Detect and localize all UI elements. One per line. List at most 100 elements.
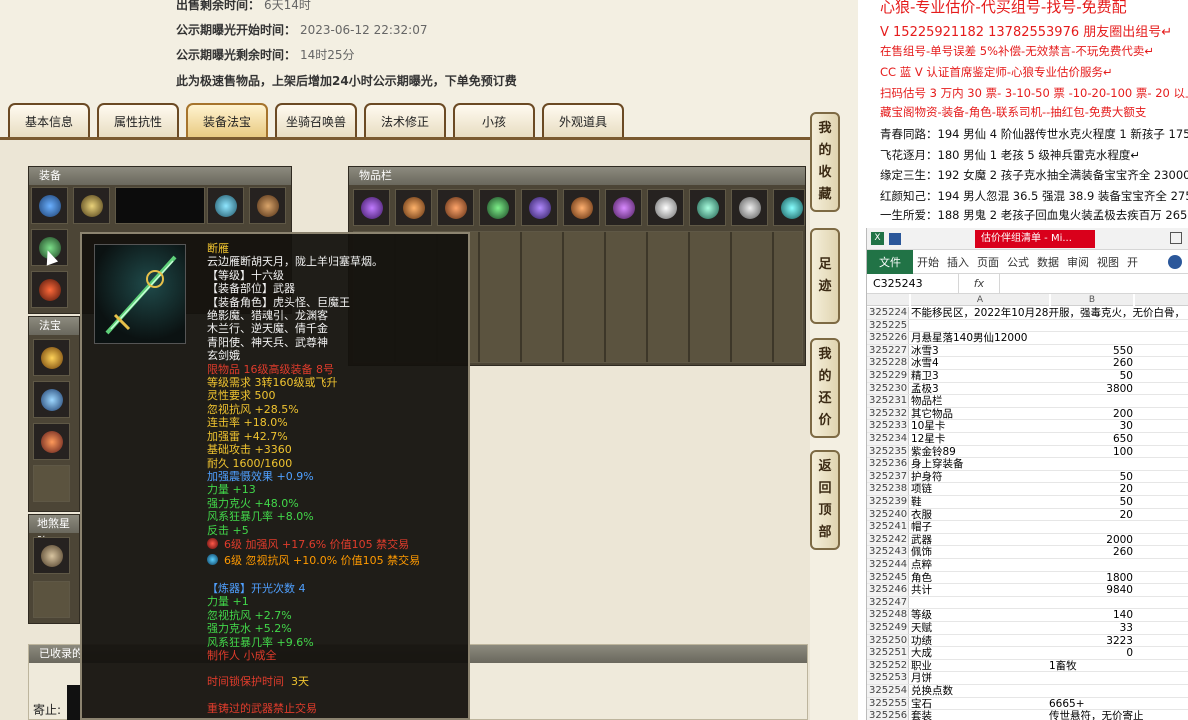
ribbon-tab-dev[interactable]: 开 bbox=[1123, 254, 1142, 270]
row-number[interactable]: 325229 bbox=[867, 370, 909, 382]
cell-b[interactable]: 传世悬符，无价寄止 bbox=[1049, 710, 1188, 720]
row-number[interactable]: 325256 bbox=[867, 710, 909, 720]
inventory-item[interactable] bbox=[395, 189, 432, 226]
cell-b[interactable]: 6665+ bbox=[1049, 698, 1188, 710]
fabao-slot[interactable] bbox=[33, 381, 70, 418]
row-number[interactable]: 325227 bbox=[867, 344, 909, 357]
ribbon-tab-view[interactable]: 视图 bbox=[1093, 254, 1123, 270]
cell-b[interactable]: 2000 bbox=[1051, 534, 1133, 546]
row-number[interactable]: 325244 bbox=[867, 559, 909, 571]
table-row[interactable]: 325247 bbox=[867, 596, 1188, 610]
table-row[interactable]: 325227 冰雪3 550 bbox=[867, 344, 1188, 358]
cell-a[interactable]: 护身符 bbox=[911, 471, 1049, 483]
cell-a[interactable]: 帽子 bbox=[911, 521, 1049, 533]
table-row[interactable]: 325231 物品栏 bbox=[867, 395, 1188, 408]
cell-a[interactable]: 月悬星落140男仙12000 bbox=[911, 332, 1049, 344]
equip-slot-armor[interactable] bbox=[207, 187, 244, 224]
cell-a[interactable]: 身上穿装备 bbox=[911, 458, 1049, 470]
cell-a[interactable]: 10星卡 bbox=[911, 420, 1049, 432]
inventory-item[interactable] bbox=[731, 189, 768, 226]
ribbon-tab-home[interactable]: 开始 bbox=[913, 254, 943, 270]
row-number[interactable]: 325250 bbox=[867, 634, 909, 647]
cell-a[interactable]: 宝石 bbox=[911, 698, 1049, 710]
table-row[interactable]: 325230 孟极3 3800 bbox=[867, 382, 1188, 396]
table-row[interactable]: 325224 不能移民区，2022年10月28开服，强毒克火，无价白骨， bbox=[867, 307, 1188, 320]
cell-a[interactable]: 鞋 bbox=[911, 496, 1049, 508]
maximize-icon[interactable] bbox=[1170, 232, 1182, 244]
cell-a[interactable]: 12星卡 bbox=[911, 433, 1049, 445]
table-row[interactable]: 325244 点粹 bbox=[867, 559, 1188, 572]
row-number[interactable]: 325249 bbox=[867, 622, 909, 634]
row-number[interactable]: 325225 bbox=[867, 319, 909, 332]
table-row[interactable]: 325228 冰雪4 260 bbox=[867, 357, 1188, 370]
cell-a[interactable]: 点粹 bbox=[911, 559, 1049, 571]
table-row[interactable]: 325241 帽子 bbox=[867, 521, 1188, 534]
row-number[interactable]: 325243 bbox=[867, 546, 909, 558]
inventory-item[interactable] bbox=[437, 189, 474, 226]
my-favorites-button[interactable]: 我的收藏 bbox=[810, 112, 840, 212]
table-row[interactable]: 325249 天赋 33 bbox=[867, 622, 1188, 635]
table-row[interactable]: 325225 bbox=[867, 319, 1188, 333]
equip-slot-boots[interactable] bbox=[31, 271, 68, 308]
table-row[interactable]: 325238 项链 20 bbox=[867, 483, 1188, 496]
row-number[interactable]: 325228 bbox=[867, 357, 909, 369]
cell-b[interactable]: 30 bbox=[1051, 420, 1133, 432]
tab-appearance[interactable]: 外观道具 bbox=[542, 103, 624, 138]
table-row[interactable]: 325235 紫金铃89 100 bbox=[867, 445, 1188, 459]
table-row[interactable]: 325252 职业 1畜牧 bbox=[867, 659, 1188, 673]
cell-b[interactable]: 9840 bbox=[1051, 584, 1133, 596]
tab-spell-correction[interactable]: 法术修正 bbox=[364, 103, 446, 138]
cell-b[interactable]: 200 bbox=[1051, 408, 1133, 420]
row-number[interactable]: 325253 bbox=[867, 672, 909, 684]
table-row[interactable]: 325250 功绩 3223 bbox=[867, 634, 1188, 648]
inventory-item[interactable] bbox=[521, 189, 558, 226]
row-number[interactable]: 325252 bbox=[867, 659, 909, 672]
row-number[interactable]: 325245 bbox=[867, 571, 909, 584]
ribbon-tab-formula[interactable]: 公式 bbox=[1003, 254, 1033, 270]
cell-a[interactable]: 孟极3 bbox=[911, 383, 1049, 395]
cell-b[interactable]: 260 bbox=[1051, 357, 1133, 369]
row-number[interactable]: 325241 bbox=[867, 521, 909, 533]
back-to-top-button[interactable]: 返回顶部 bbox=[810, 450, 840, 550]
cell-b[interactable]: 550 bbox=[1051, 345, 1133, 357]
cell-a[interactable]: 冰雪4 bbox=[911, 357, 1049, 369]
spreadsheet-grid[interactable]: A B 325224 不能移民区，2022年10月28开服，强毒克火，无价白骨， 3… bbox=[867, 294, 1188, 720]
table-row[interactable]: 325256 套装 传世悬符，无价寄止 bbox=[867, 710, 1188, 720]
inventory-item[interactable] bbox=[689, 189, 726, 226]
name-box[interactable]: C325243 bbox=[867, 273, 959, 294]
cell-b[interactable]: 140 bbox=[1051, 609, 1133, 621]
equip-slot-necklace[interactable] bbox=[73, 187, 110, 224]
cell-a[interactable]: 套装 bbox=[911, 710, 1049, 720]
inventory-item[interactable] bbox=[605, 189, 642, 226]
table-row[interactable]: 325253 月饼 bbox=[867, 672, 1188, 685]
cell-a[interactable]: 共计 bbox=[911, 584, 1049, 596]
cell-b[interactable]: 650 bbox=[1051, 433, 1133, 445]
cell-a[interactable]: 不能移民区，2022年10月28开服，强毒克火，无价白骨， bbox=[911, 307, 1185, 319]
cell-a[interactable]: 紫金铃89 bbox=[911, 446, 1049, 458]
row-number[interactable]: 325234 bbox=[867, 433, 909, 445]
row-number[interactable]: 325237 bbox=[867, 470, 909, 483]
row-number[interactable]: 325238 bbox=[867, 483, 909, 495]
cell-a[interactable]: 等级 bbox=[911, 609, 1049, 621]
ribbon-tab-review[interactable]: 审阅 bbox=[1063, 254, 1093, 270]
ribbon-tab-file[interactable]: 文件 bbox=[867, 249, 913, 274]
table-row[interactable]: 325237 护身符 50 bbox=[867, 470, 1188, 484]
inventory-item[interactable] bbox=[773, 189, 805, 226]
tab-children[interactable]: 小孩 bbox=[453, 103, 535, 138]
row-number[interactable]: 325254 bbox=[867, 685, 909, 697]
table-row[interactable]: 325245 角色 1800 bbox=[867, 571, 1188, 585]
cell-b[interactable]: 1畜牧 bbox=[1049, 660, 1188, 672]
table-row[interactable]: 325248 等级 140 bbox=[867, 609, 1188, 622]
cell-b[interactable]: 1800 bbox=[1051, 572, 1133, 584]
cell-a[interactable]: 物品栏 bbox=[911, 395, 1049, 407]
cell-b[interactable]: 260 bbox=[1051, 546, 1133, 558]
cell-a[interactable]: 天赋 bbox=[911, 622, 1049, 634]
cell-b[interactable]: 50 bbox=[1051, 496, 1133, 508]
cell-a[interactable]: 月饼 bbox=[911, 672, 1049, 684]
row-number[interactable]: 325224 bbox=[867, 307, 909, 319]
cell-b[interactable]: 3223 bbox=[1051, 635, 1133, 647]
cell-b[interactable]: 20 bbox=[1051, 483, 1133, 495]
table-row[interactable]: 325246 共计 9840 bbox=[867, 584, 1188, 597]
row-number[interactable]: 325248 bbox=[867, 609, 909, 621]
table-row[interactable]: 325254 兑换点数 bbox=[867, 685, 1188, 698]
